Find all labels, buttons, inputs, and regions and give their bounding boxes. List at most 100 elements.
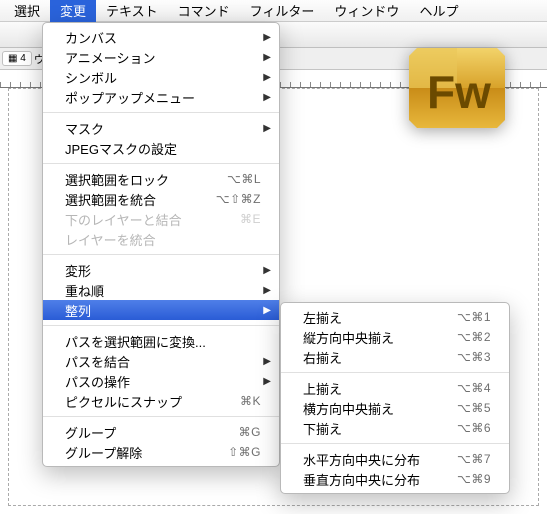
menu-item-label: 選択範囲をロック: [65, 170, 227, 189]
menu-separator: [281, 443, 509, 444]
menu-item-shortcut: ⌥⌘6: [457, 421, 491, 435]
modify-menu-item-5-0[interactable]: グループ⌘G: [43, 422, 279, 442]
menu-item-label: 垂直方向中央に分布: [303, 470, 457, 489]
modify-menu-item-4-3[interactable]: ピクセルにスナップ⌘K: [43, 391, 279, 411]
menu-item-shortcut: ⌘K: [240, 394, 261, 408]
align-submenu-item-2-1[interactable]: 垂直方向中央に分布⌥⌘9: [281, 469, 509, 489]
menu-item-label: シンボル: [65, 68, 261, 87]
menubar-item-modify[interactable]: 変更: [50, 0, 96, 22]
modify-menu-item-0-0[interactable]: カンバス▶: [43, 27, 279, 47]
grid-icon: ▦: [8, 53, 17, 64]
submenu-arrow-icon: ▶: [263, 72, 271, 83]
align-submenu-item-0-2[interactable]: 右揃え⌥⌘3: [281, 347, 509, 367]
menu-item-shortcut: ⌥⌘4: [457, 381, 491, 395]
modify-menu-item-0-1[interactable]: アニメーション▶: [43, 47, 279, 67]
menu-item-label: グループ解除: [65, 443, 228, 462]
menu-item-label: ピクセルにスナップ: [65, 392, 240, 411]
submenu-arrow-icon: ▶: [263, 305, 271, 316]
menu-item-label: レイヤーを統合: [65, 230, 261, 249]
modify-menu-item-2-1[interactable]: 選択範囲を統合⌥⇧⌘Z: [43, 189, 279, 209]
menu-item-label: マスク: [65, 119, 261, 138]
menu-item-label: 下のレイヤーと結合: [65, 210, 240, 229]
align-submenu-item-1-0[interactable]: 上揃え⌥⌘4: [281, 378, 509, 398]
menubar-item-window[interactable]: ウィンドウ: [324, 0, 409, 22]
page-count-button[interactable]: ▦ 4: [2, 51, 32, 66]
menu-item-label: 重ね順: [65, 281, 261, 300]
menu-separator: [281, 372, 509, 373]
modify-menu-item-1-1[interactable]: JPEGマスクの設定: [43, 138, 279, 158]
menu-item-label: アニメーション: [65, 48, 261, 67]
menubar-item-text[interactable]: テキスト: [96, 0, 168, 22]
submenu-arrow-icon: ▶: [263, 92, 271, 103]
modify-menu-item-5-1[interactable]: グループ解除⇧⌘G: [43, 442, 279, 462]
menu-item-label: パスを選択範囲に変換...: [65, 332, 261, 351]
menu-item-label: 水平方向中央に分布: [303, 450, 457, 469]
menu-item-label: 整列: [65, 301, 261, 320]
modify-menu-item-1-0[interactable]: マスク▶: [43, 118, 279, 138]
menu-item-shortcut: ⌥⌘3: [457, 350, 491, 364]
menu-item-label: 下揃え: [303, 419, 457, 438]
modify-menu-item-0-2[interactable]: シンボル▶: [43, 67, 279, 87]
menu-item-shortcut: ⌥⌘5: [457, 401, 491, 415]
modify-menu-item-3-2[interactable]: 整列▶: [43, 300, 279, 320]
page-count-value: 4: [20, 53, 26, 64]
align-submenu-item-1-1[interactable]: 横方向中央揃え⌥⌘5: [281, 398, 509, 418]
menu-item-label: ポップアップメニュー: [65, 88, 261, 107]
menu-item-shortcut: ⇧⌘G: [228, 445, 261, 459]
menu-separator: [43, 416, 279, 417]
submenu-arrow-icon: ▶: [263, 32, 271, 43]
menu-separator: [43, 325, 279, 326]
menu-separator: [43, 254, 279, 255]
align-submenu-item-2-0[interactable]: 水平方向中央に分布⌥⌘7: [281, 449, 509, 469]
menu-separator: [43, 163, 279, 164]
modify-menu-item-3-1[interactable]: 重ね順▶: [43, 280, 279, 300]
modify-menu-item-0-3[interactable]: ポップアップメニュー▶: [43, 87, 279, 107]
submenu-arrow-icon: ▶: [263, 285, 271, 296]
menu-item-label: 右揃え: [303, 348, 457, 367]
menu-item-label: 変形: [65, 261, 261, 280]
modify-menu-item-4-1[interactable]: パスを結合▶: [43, 351, 279, 371]
modify-menu: カンバス▶アニメーション▶シンボル▶ポップアップメニュー▶マスク▶JPEGマスク…: [42, 22, 280, 467]
modify-menu-item-2-3: レイヤーを統合: [43, 229, 279, 249]
svg-text:Fw: Fw: [427, 66, 491, 118]
menu-item-label: 縦方向中央揃え: [303, 328, 457, 347]
menu-item-label: グループ: [65, 423, 239, 442]
menu-item-label: JPEGマスクの設定: [65, 139, 261, 158]
modify-menu-item-3-0[interactable]: 変形▶: [43, 260, 279, 280]
menu-item-shortcut: ⌥⌘7: [457, 452, 491, 466]
menubar: 選択 変更 テキスト コマンド フィルター ウィンドウ ヘルプ: [0, 0, 547, 22]
modify-menu-item-4-2[interactable]: パスの操作▶: [43, 371, 279, 391]
align-submenu-item-1-2[interactable]: 下揃え⌥⌘6: [281, 418, 509, 438]
menubar-item-command[interactable]: コマンド: [168, 0, 240, 22]
align-submenu-item-0-1[interactable]: 縦方向中央揃え⌥⌘2: [281, 327, 509, 347]
fireworks-logo-icon: Fw: [407, 38, 507, 138]
submenu-arrow-icon: ▶: [263, 356, 271, 367]
menubar-item-help[interactable]: ヘルプ: [409, 0, 468, 22]
menu-item-label: 横方向中央揃え: [303, 399, 457, 418]
menu-item-label: パスを結合: [65, 352, 261, 371]
align-submenu-item-0-0[interactable]: 左揃え⌥⌘1: [281, 307, 509, 327]
submenu-arrow-icon: ▶: [263, 265, 271, 276]
menu-item-label: カンバス: [65, 28, 261, 47]
submenu-arrow-icon: ▶: [263, 123, 271, 134]
menu-item-label: 上揃え: [303, 379, 457, 398]
menu-item-shortcut: ⌥⌘2: [457, 330, 491, 344]
modify-menu-item-2-2: 下のレイヤーと結合⌘E: [43, 209, 279, 229]
modify-menu-item-2-0[interactable]: 選択範囲をロック⌥⌘L: [43, 169, 279, 189]
menu-item-shortcut: ⌥⌘1: [457, 310, 491, 324]
submenu-arrow-icon: ▶: [263, 52, 271, 63]
menu-item-shortcut: ⌥⇧⌘Z: [216, 192, 261, 206]
menu-item-label: 選択範囲を統合: [65, 190, 216, 209]
menu-item-shortcut: ⌘G: [239, 425, 261, 439]
align-submenu: 左揃え⌥⌘1縦方向中央揃え⌥⌘2右揃え⌥⌘3上揃え⌥⌘4横方向中央揃え⌥⌘5下揃…: [280, 302, 510, 494]
menu-item-shortcut: ⌥⌘L: [227, 172, 261, 186]
modify-menu-item-4-0[interactable]: パスを選択範囲に変換...: [43, 331, 279, 351]
menu-item-label: パスの操作: [65, 372, 261, 391]
menubar-item-filter[interactable]: フィルター: [240, 0, 325, 22]
submenu-arrow-icon: ▶: [263, 376, 271, 387]
menu-item-shortcut: ⌥⌘9: [457, 472, 491, 486]
menu-item-shortcut: ⌘E: [240, 212, 261, 226]
menu-separator: [43, 112, 279, 113]
menu-item-label: 左揃え: [303, 308, 457, 327]
menubar-item-select[interactable]: 選択: [4, 0, 50, 22]
